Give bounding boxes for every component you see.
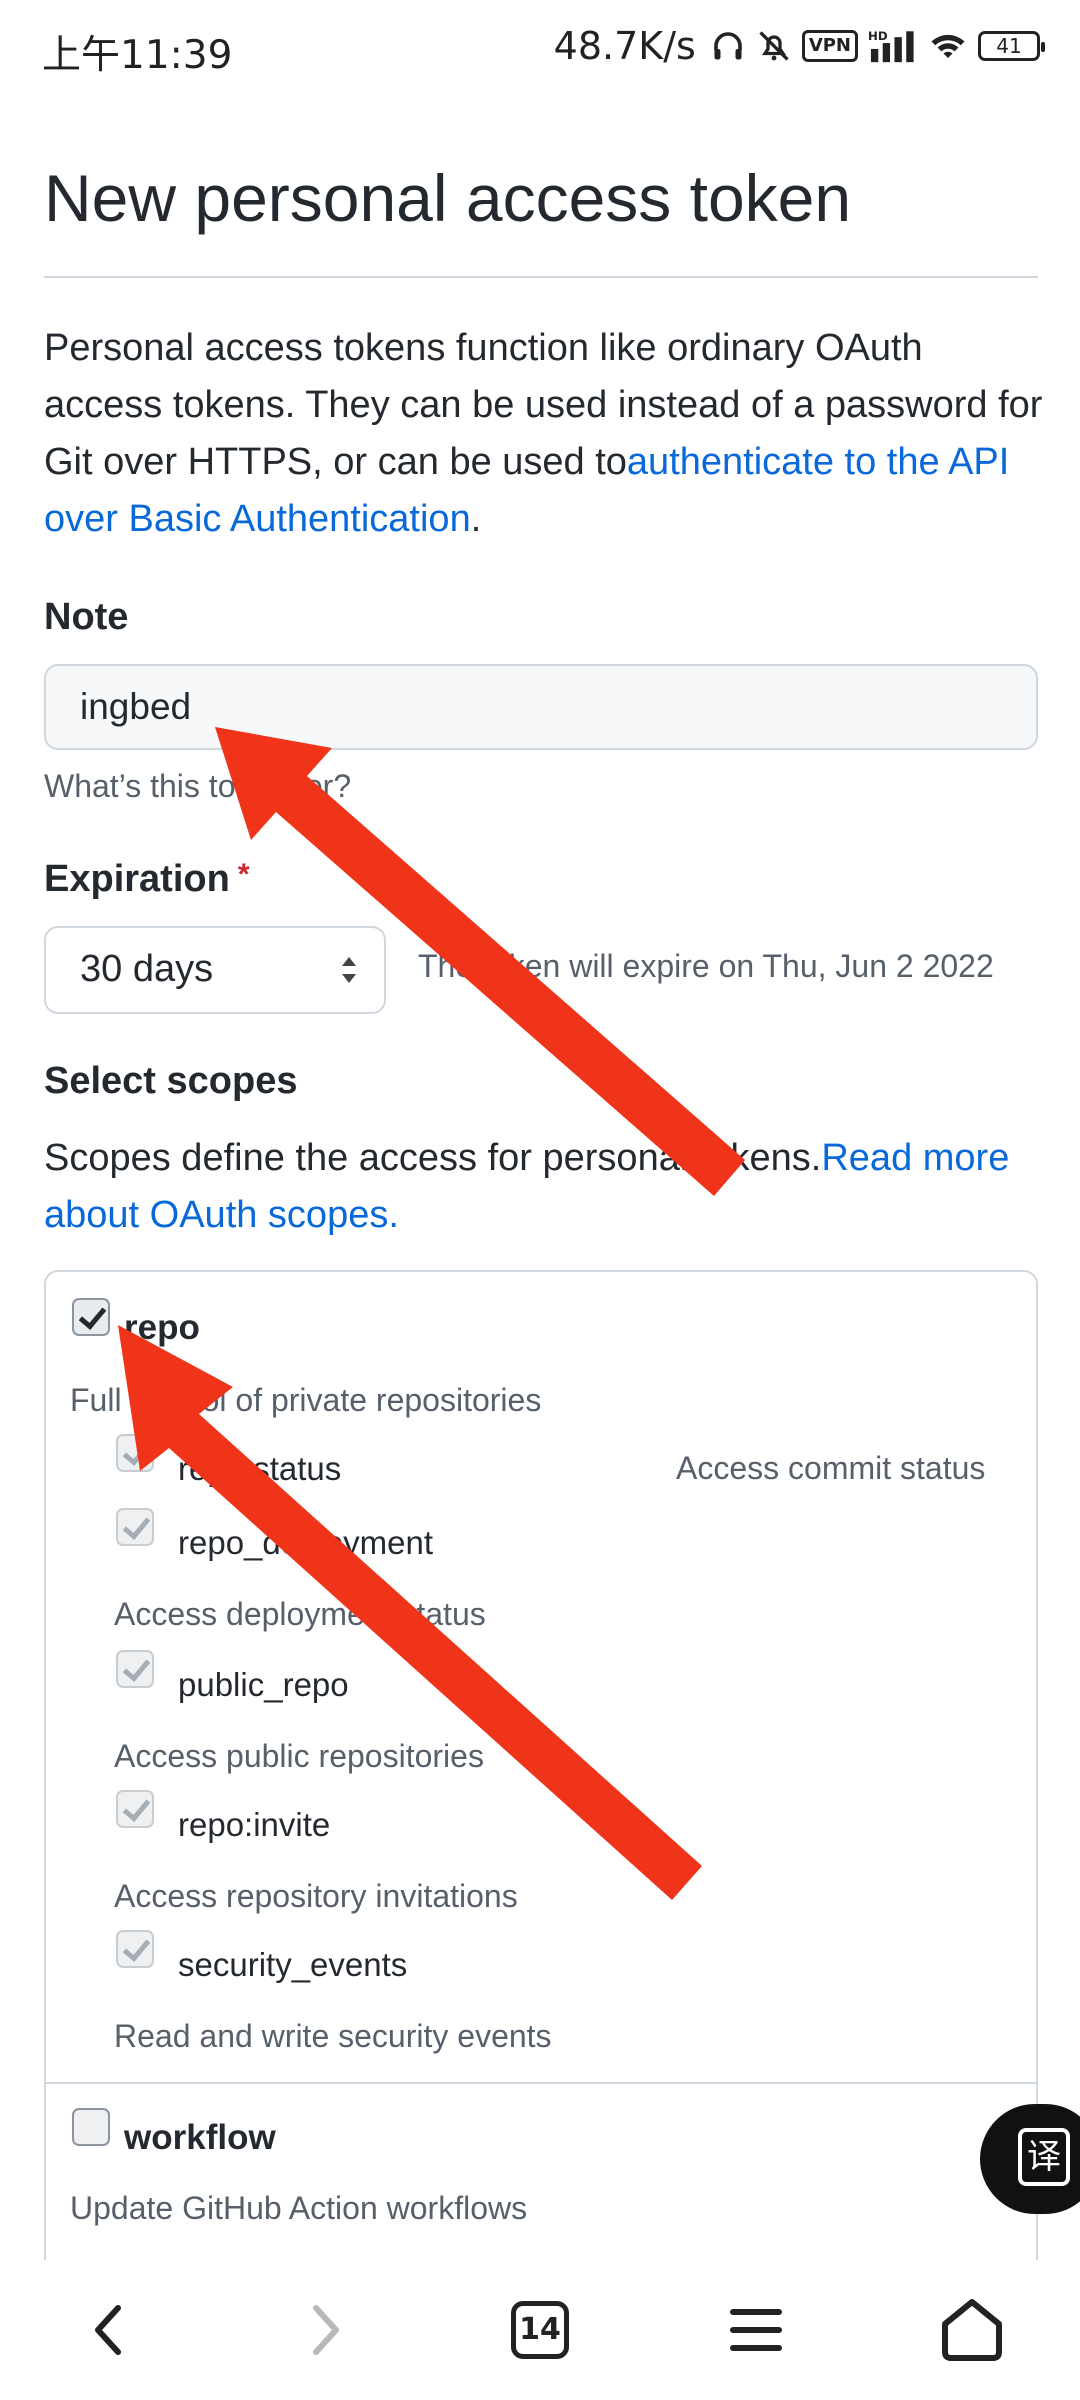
repo-invite-checkbox[interactable] [116, 1790, 154, 1828]
intro-paragraph: Personal access tokens function like ord… [44, 320, 1044, 548]
scope-desc-public-repo: Access public repositories [114, 1738, 484, 1774]
scope-name-repo-deployment: repo_deployment [178, 1524, 434, 1561]
status-bar: 上午11:39 48.7K/s VPN HD 41 [0, 0, 1080, 100]
repo-checkbox[interactable] [72, 1298, 110, 1336]
status-icons: 48.7K/s VPN HD 41 [553, 24, 1045, 68]
wifi-icon [931, 34, 965, 58]
note-input[interactable] [44, 664, 1038, 750]
scope-desc-repo: Full control of private repositories [70, 1382, 542, 1418]
chevron-right-icon [313, 2305, 339, 2355]
battery-icon: 41 [978, 31, 1045, 61]
translate-icon: 译 [1018, 2128, 1070, 2186]
expiration-value: 30 days [80, 948, 214, 990]
back-button[interactable] [38, 2260, 178, 2400]
note-label: Note [44, 596, 129, 638]
scopes-desc-text: Scopes define the access for personal to… [44, 1137, 822, 1179]
required-mark: * [237, 858, 250, 891]
intro-end: . [470, 498, 482, 540]
expiration-label: Expiration * [44, 858, 250, 901]
signal-icon: HD [868, 29, 914, 63]
scope-desc-repo-invite: Access repository invitations [114, 1878, 518, 1914]
hd-label: HD [868, 29, 888, 43]
scope-name-repo-invite: repo:invite [178, 1806, 331, 1843]
tab-count: 14 [511, 2301, 569, 2359]
mute-bell-icon [759, 31, 789, 61]
network-speed: 48.7K/s [553, 24, 696, 68]
forward-button[interactable] [256, 2260, 396, 2400]
repo-deployment-checkbox[interactable] [116, 1508, 154, 1546]
menu-icon [730, 2309, 782, 2351]
tabs-button[interactable]: 14 [470, 2260, 610, 2400]
chevron-left-icon [95, 2305, 121, 2355]
translate-button[interactable]: 译 [980, 2104, 1080, 2214]
headphones-icon [714, 32, 742, 60]
scope-name-security-events: security_events [178, 1946, 408, 1983]
select-scopes-label: Select scopes [44, 1060, 298, 1102]
expiration-label-text: Expiration [44, 858, 230, 900]
vpn-icon: VPN [801, 30, 858, 62]
status-time: 上午11:39 [42, 33, 233, 78]
scope-divider [46, 2082, 1036, 2084]
title-divider [44, 276, 1038, 278]
workflow-checkbox[interactable] [72, 2108, 110, 2146]
security-events-checkbox[interactable] [116, 1930, 154, 1968]
scope-name-public-repo: public_repo [178, 1666, 349, 1703]
scope-name-repo: repo [124, 1308, 200, 1347]
scope-desc-security-events: Read and write security events [114, 2018, 552, 2054]
note-hint: What’s this token for? [44, 768, 352, 804]
scope-desc-workflow: Update GitHub Action workflows [70, 2190, 528, 2226]
select-arrows-icon [342, 957, 356, 983]
scope-desc-repo-status: Access commit status [676, 1450, 986, 1486]
home-button[interactable] [902, 2260, 1042, 2400]
page-title: New personal access token [44, 161, 852, 235]
scope-name-workflow: workflow [124, 2118, 276, 2157]
scope-desc-repo-deployment: Access deployment status [114, 1596, 486, 1632]
expiration-select[interactable]: 30 days [44, 926, 386, 1014]
scopes-list: repo Full control of private repositorie… [44, 1270, 1038, 2270]
scopes-description: Scopes define the access for personal to… [44, 1130, 1044, 1244]
repo-status-checkbox[interactable] [116, 1434, 154, 1472]
public-repo-checkbox[interactable] [116, 1650, 154, 1688]
home-icon [942, 2299, 1002, 2361]
menu-button[interactable] [686, 2260, 826, 2400]
scope-name-repo-status: repo:status [178, 1450, 342, 1487]
expiration-hint: The token will expire on Thu, Jun 2 2022 [418, 948, 994, 984]
bottom-navigation: 14 [0, 2260, 1080, 2400]
